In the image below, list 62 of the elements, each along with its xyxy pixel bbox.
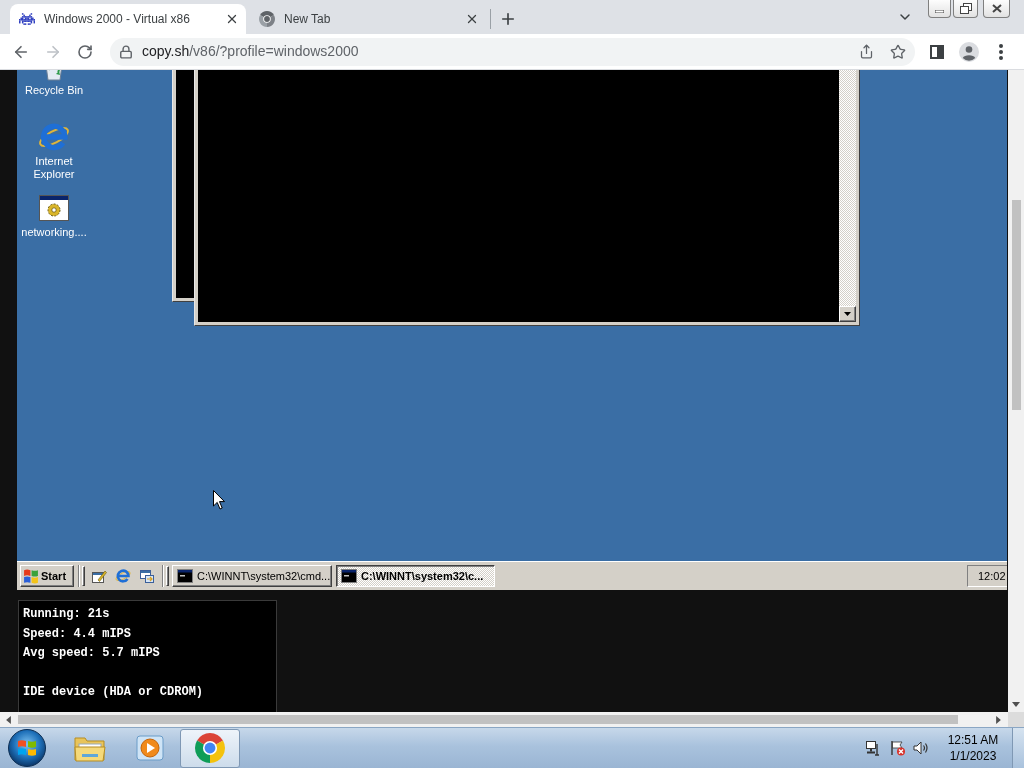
flag-logo-icon	[24, 568, 38, 584]
play-tile-icon	[136, 734, 164, 762]
stats-line: IDE device (HDA or CDROM)	[23, 684, 204, 701]
lock-icon	[119, 44, 133, 59]
start-button[interactable]: Start	[20, 565, 74, 587]
caret-right-icon	[995, 715, 1001, 724]
e-logo-icon	[38, 121, 70, 153]
clock-time: 12:51 AM	[947, 732, 999, 748]
desktop-pencil-icon[interactable]	[91, 568, 107, 584]
taskbar-app-button[interactable]	[180, 728, 240, 768]
user-avatar-icon	[959, 41, 979, 62]
scrollbar-thumb[interactable]	[1011, 200, 1021, 410]
restore-button[interactable]	[953, 0, 978, 18]
scrollbar-corner	[1008, 712, 1024, 727]
caret-left-icon	[5, 715, 11, 724]
clock-date: 1/1/2023	[949, 748, 997, 764]
share-icon	[858, 44, 874, 59]
caret-down-icon	[1012, 701, 1020, 707]
clock-text: 12:02	[978, 568, 1006, 584]
clock-area[interactable]: 12:51 AM 1/1/2023	[942, 732, 1004, 764]
start-button[interactable]	[7, 728, 47, 768]
desktop-shortcut[interactable]: networking....	[17, 192, 91, 263]
e-logo-icon[interactable]	[115, 568, 131, 584]
browser-tab[interactable]: Windows 2000 - Virtual x86	[10, 4, 246, 34]
stats-line: Running: 21s	[23, 606, 110, 623]
folder-icon	[74, 734, 106, 762]
address-bar[interactable]: copy.sh/v86/?profile=windows2000	[110, 37, 915, 66]
close-button[interactable]	[983, 0, 1010, 18]
minimize-icon	[935, 9, 944, 13]
network-computer-icon[interactable]	[865, 740, 881, 756]
close-icon	[465, 12, 479, 26]
star-icon	[890, 43, 906, 60]
browser-logo-icon	[195, 733, 225, 763]
taskbar-task-button[interactable]: C:\WINNT\system32\c...	[336, 565, 495, 587]
restore-icon	[959, 3, 972, 14]
plus-icon	[499, 10, 517, 28]
side-panel-icon	[930, 44, 944, 59]
flag-error-icon[interactable]	[890, 740, 906, 756]
stats-line: Speed: 4.4 mIPS	[23, 625, 132, 643]
console-icon	[177, 569, 193, 583]
caret-down-icon	[844, 312, 851, 316]
close-icon	[991, 4, 1002, 13]
window-gear-icon	[38, 192, 70, 224]
scrollbar-thumb[interactable]	[18, 715, 958, 724]
desktop-shortcut[interactable]: Internet Explorer	[17, 121, 91, 192]
menu-icon	[999, 43, 1003, 60]
minimize-button[interactable]	[928, 0, 951, 18]
window-arrows-icon[interactable]	[139, 568, 155, 584]
mouse-pointer-icon	[213, 490, 225, 510]
start-orb-icon	[8, 729, 46, 767]
pixel-invader-icon	[19, 13, 35, 25]
desktop-shortcut[interactable]: Recycle Bin	[17, 70, 91, 121]
console-icon	[341, 569, 357, 583]
browser-tab[interactable]: New Tab	[250, 4, 486, 34]
scroll-down-button[interactable]	[839, 306, 856, 322]
reload-icon	[77, 43, 93, 60]
taskbar-task-button[interactable]: C:\WINNT\system32\cmd...	[172, 565, 332, 587]
stats-line: Avg speed: 5.7 mIPS	[23, 645, 160, 662]
browser-logo-icon	[259, 11, 275, 27]
close-icon	[225, 12, 239, 26]
url-text: copy.sh/v86/?profile=windows2000	[142, 42, 359, 61]
speaker-icon[interactable]	[913, 740, 929, 756]
